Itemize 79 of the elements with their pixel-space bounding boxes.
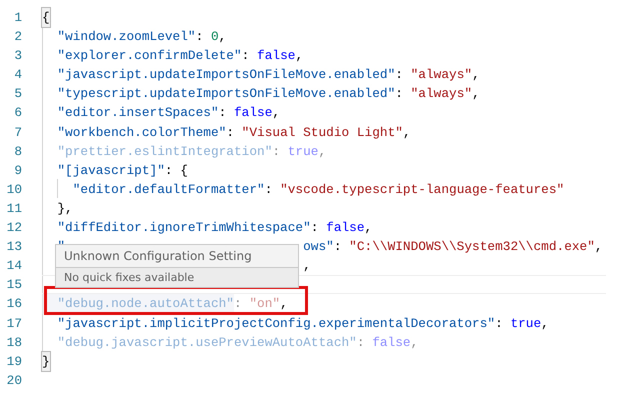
- punctuation: ,: [541, 314, 549, 332]
- setting-value: 0: [210, 28, 219, 46]
- line-number: 7: [13, 124, 22, 142]
- setting-value: false: [372, 334, 411, 352]
- setting-value: "always": [410, 85, 472, 104]
- punctuation: ,: [472, 66, 480, 84]
- line-number: 20: [6, 372, 22, 390]
- setting-key: "explorer.confirmDelete": [42, 46, 242, 66]
- setting-key: "prettier.eslintIntegration": [42, 142, 272, 161]
- punctuation: {: [42, 8, 50, 28]
- punctuation: ,: [272, 104, 280, 122]
- setting-key: "debug.node.autoAttach": [42, 294, 234, 314]
- punctuation: :: [395, 66, 404, 84]
- line-number: 19: [6, 352, 22, 371]
- line-number: 4: [13, 66, 22, 84]
- setting-key: "debug.javascript.usePreviewAutoAttach": [42, 332, 357, 352]
- line-number: 6: [13, 104, 22, 122]
- punctuation: }: [42, 352, 50, 371]
- setting-key: "workbench.colorTheme": [42, 122, 226, 142]
- line-number: 1: [13, 9, 22, 27]
- setting-key: "editor.insertSpaces": [42, 103, 219, 123]
- punctuation: :: [334, 238, 342, 256]
- punctuation: ,: [364, 219, 372, 238]
- line-number: 15: [6, 276, 22, 294]
- setting-value: true: [288, 142, 318, 161]
- punctuation: :: [356, 334, 366, 352]
- line-number: 16: [6, 295, 22, 314]
- tooltip-message: No quick fixes available: [56, 267, 298, 287]
- punctuation: ,: [295, 47, 304, 66]
- setting-value: true: [510, 314, 542, 332]
- setting-value: false: [234, 104, 272, 122]
- punctuation: :: [310, 219, 320, 238]
- setting-value: "on": [249, 295, 280, 314]
- punctuation: ,: [410, 334, 418, 352]
- punctuation: ,: [472, 85, 480, 104]
- line-number: 12: [6, 219, 22, 238]
- line-number: 5: [13, 85, 22, 104]
- setting-value: "C:\\WINDOWS\\System32\\cmd.exe": [349, 238, 595, 256]
- line-number: 2: [13, 28, 22, 46]
- tooltip-title: Unknown Configuration Setting: [63, 248, 253, 265]
- punctuation: ,: [318, 142, 326, 161]
- setting-value: false: [326, 219, 365, 238]
- line-number: 14: [6, 257, 22, 276]
- setting-value: "always": [410, 66, 472, 84]
- punctuation: :: [234, 295, 243, 314]
- punctuation: :: [272, 142, 282, 161]
- punctuation: :: [495, 314, 504, 332]
- setting-key: "javascript.implicitProjectConfig.experimentalDecorators": [42, 314, 496, 333]
- setting-key: "javascript.updateImportsOnFileMove.enabled": [42, 65, 396, 84]
- line-number: 17: [6, 314, 22, 332]
- punctuation: ,: [594, 238, 603, 256]
- line-number: 10: [6, 180, 22, 199]
- line-number: 13: [6, 238, 22, 256]
- setting-value: "Visual Studio Light": [242, 124, 403, 142]
- punctuation: :: [395, 85, 404, 104]
- setting-value: false: [257, 47, 296, 66]
- punctuation: :: [196, 28, 204, 46]
- punctuation: ,: [280, 295, 288, 314]
- line-number: 8: [13, 142, 22, 161]
- line-number: 3: [13, 47, 22, 66]
- setting-key: "window.zoomLevel": [42, 27, 196, 46]
- line-number: 18: [6, 334, 22, 352]
- punctuation: :: [218, 104, 228, 122]
- setting-key: "editor.defaultFormatter": [42, 180, 265, 199]
- setting-key: "diffEditor.ignoreTrimWhitespace": [42, 218, 311, 238]
- punctuation: ,: [218, 28, 226, 46]
- punctuation: : {: [164, 162, 188, 180]
- setting-key: "typescript.updateImportsOnFileMove.enabled": [42, 84, 396, 104]
- punctuation: :: [226, 124, 235, 142]
- setting-key: ows": [303, 237, 334, 256]
- punctuation: ,: [303, 257, 311, 276]
- punctuation: :: [264, 180, 274, 199]
- setting-value: "vscode.typescript-language-features": [280, 180, 564, 199]
- line-number: 9: [13, 162, 22, 180]
- line-number: 11: [6, 200, 22, 218]
- punctuation: },: [56, 200, 73, 218]
- setting-key: "[javascript]": [42, 160, 165, 180]
- punctuation: :: [242, 47, 250, 66]
- punctuation: ,: [402, 124, 411, 142]
